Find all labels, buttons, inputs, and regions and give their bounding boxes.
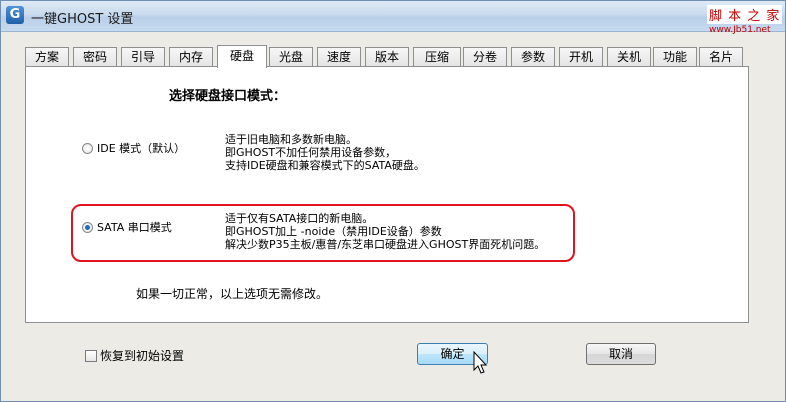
ide-mode-option[interactable]: IDE 模式（默认） — [82, 140, 185, 156]
tab-card[interactable]: 名片 — [699, 47, 743, 66]
sata-mode-description: 适于仅有SATA接口的新电脑。 即GHOST加上 -noide（禁用IDE设备）… — [225, 212, 545, 251]
tab-speed[interactable]: 速度 — [317, 47, 361, 66]
tab-boot[interactable]: 引导 — [121, 47, 165, 66]
restore-defaults-label: 恢复到初始设置 — [100, 349, 185, 363]
tab-cdrom[interactable]: 光盘 — [269, 47, 313, 66]
sata-mode-label: SATA 串口模式 — [97, 221, 172, 234]
panel-heading: 选择硬盘接口模式： — [169, 89, 287, 104]
sata-desc-line: 适于仅有SATA接口的新电脑。 — [225, 212, 374, 225]
restore-defaults-checkbox[interactable] — [85, 349, 97, 362]
tab-scheme[interactable]: 方案 — [25, 47, 69, 66]
tab-compress[interactable]: 压缩 — [413, 47, 461, 66]
sata-mode-option[interactable]: SATA 串口模式 — [82, 219, 172, 235]
tab-poweron[interactable]: 开机 — [559, 47, 603, 66]
info-note: 如果一切正常，以上选项无需修改。 — [136, 287, 329, 301]
tab-password[interactable]: 密码 — [73, 47, 117, 66]
mouse-cursor-icon — [473, 351, 488, 374]
ide-mode-radio[interactable] — [82, 142, 93, 154]
tab-features[interactable]: 功能 — [653, 47, 697, 66]
app-logo-icon: G — [6, 6, 24, 24]
ide-desc-line: 支持IDE硬盘和兼容模式下的SATA硬盘。 — [225, 159, 425, 172]
ide-mode-description: 适于旧电脑和多数新电脑。 即GHOST不加任何禁用设备参数， 支持IDE硬盘和兼… — [225, 133, 425, 172]
sata-mode-radio[interactable] — [82, 221, 93, 233]
settings-window: G 一键GHOST 设置 脚 本 之 家 www.Jb51.net 方案 密码 … — [0, 0, 786, 402]
sata-desc-line: 即GHOST加上 -noide（禁用IDE设备）参数 — [225, 225, 442, 238]
title-bar[interactable]: G 一键GHOST 设置 脚 本 之 家 www.Jb51.net — [1, 1, 785, 35]
ide-desc-line: 适于旧电脑和多数新电脑。 — [225, 133, 357, 146]
cancel-button[interactable]: 取消 — [586, 343, 656, 365]
watermark-text: 脚 本 之 家 — [707, 5, 783, 24]
tab-harddisk[interactable]: 硬盘 — [217, 45, 267, 68]
tab-version[interactable]: 版本 — [365, 47, 409, 66]
sata-desc-line: 解决少数P35主板/惠普/东芝串口硬盘进入GHOST界面死机问题。 — [225, 238, 546, 251]
tab-shutdown[interactable]: 关机 — [607, 47, 651, 66]
restore-defaults-option[interactable]: 恢复到初始设置 — [85, 347, 184, 364]
harddisk-panel: 选择硬盘接口模式： IDE 模式（默认） 适于旧电脑和多数新电脑。 即GHOST… — [25, 66, 749, 323]
watermark-url: www.Jb51.net — [709, 25, 771, 35]
ide-desc-line: 即GHOST不加任何禁用设备参数， — [225, 146, 397, 159]
window-title: 一键GHOST 设置 — [31, 12, 134, 27]
tab-memory[interactable]: 内存 — [169, 47, 213, 66]
tab-params[interactable]: 参数 — [511, 47, 555, 66]
tab-split[interactable]: 分卷 — [463, 47, 507, 66]
ide-mode-label: IDE 模式（默认） — [97, 142, 186, 155]
watermark: 脚 本 之 家 www.Jb51.net — [707, 5, 783, 39]
